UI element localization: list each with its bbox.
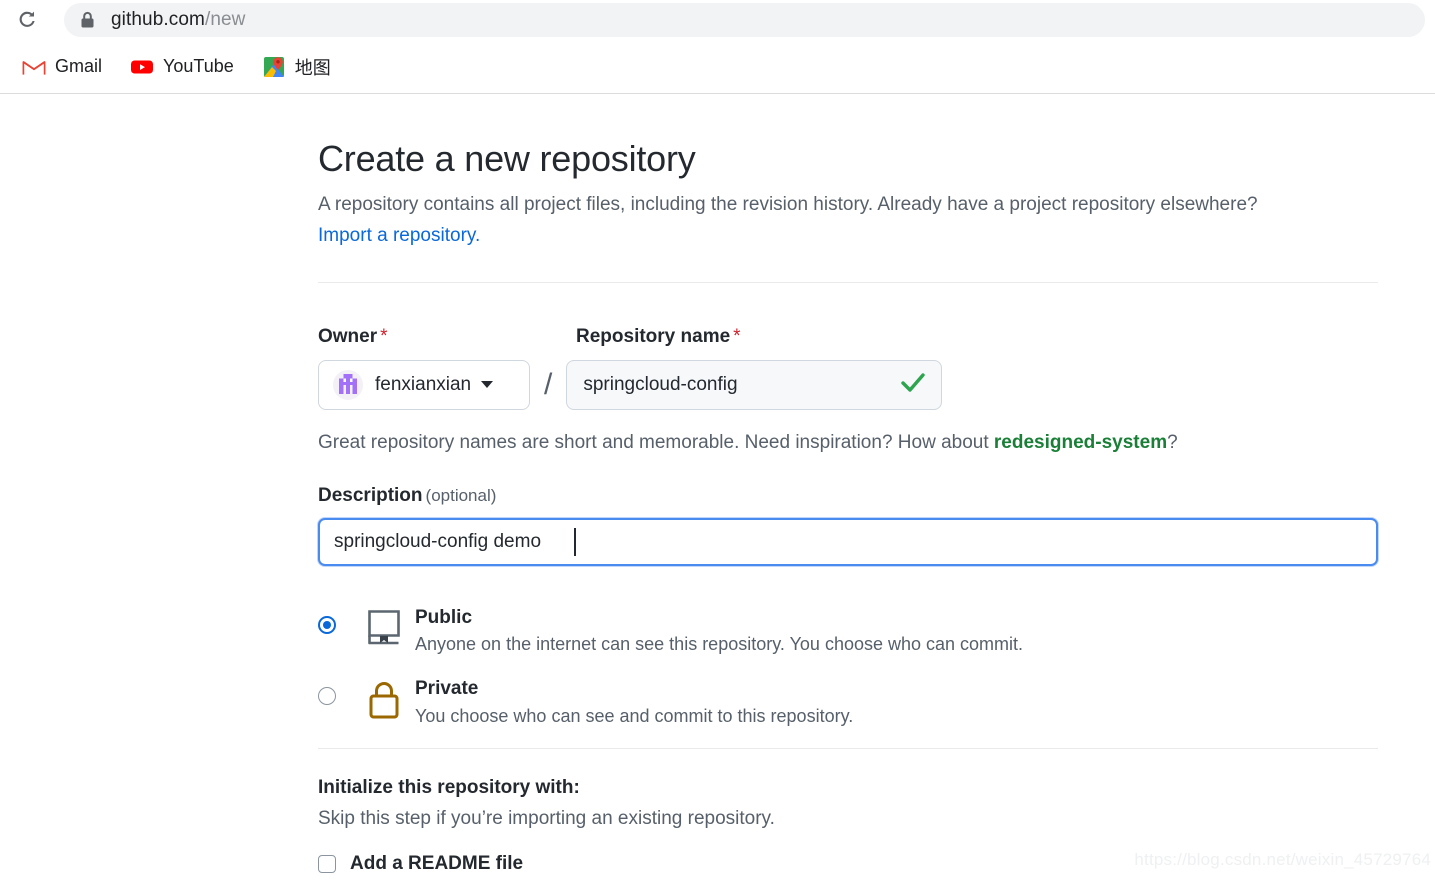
form-container: Create a new repository A repository con… <box>318 138 1378 875</box>
browser-chrome: github.com/new Gmail YouTube 地图 <box>0 0 1435 94</box>
owner-repo-row: fenxianxian / <box>318 359 1378 410</box>
bookmark-youtube[interactable]: YouTube <box>120 51 244 83</box>
visibility-public-title: Public <box>415 606 473 628</box>
initialize-title: Initialize this repository with: <box>318 776 580 798</box>
page-lede-text: A repository contains all project files,… <box>318 194 1258 215</box>
visibility-private-text: Private You choose who can see and commi… <box>407 676 853 727</box>
readme-checkbox-row[interactable]: Add a README file <box>318 853 1378 875</box>
visibility-option-private[interactable]: Private You choose who can see and commi… <box>318 676 1378 727</box>
initialize-block: Initialize this repository with: Skip th… <box>318 777 1378 875</box>
initialize-subtitle: Skip this step if you’re importing an ex… <box>318 807 775 829</box>
description-label-text: Description <box>318 484 423 506</box>
google-maps-icon <box>262 55 286 79</box>
description-optional-text: (optional) <box>425 485 497 505</box>
repo-name-required-mark: * <box>733 325 741 347</box>
text-cursor <box>574 527 576 556</box>
gmail-icon <box>22 55 46 79</box>
description-block: Description (optional) <box>318 485 1378 566</box>
description-input[interactable] <box>318 517 1378 566</box>
repo-name-field-wrap <box>566 359 943 410</box>
divider-top <box>318 281 1378 283</box>
repo-name-input[interactable] <box>566 359 943 410</box>
url-path: /new <box>204 9 246 30</box>
repo-name-hint-prefix: Great repository names are short and mem… <box>318 431 994 453</box>
bookmark-maps[interactable]: 地图 <box>252 50 341 84</box>
repo-book-icon <box>361 609 407 647</box>
bookmark-gmail-label: Gmail <box>55 56 103 76</box>
repo-name-label-text: Repository name <box>576 325 731 347</box>
divider-bottom <box>318 747 1378 749</box>
repo-name-hint-suffix: ? <box>1167 431 1178 453</box>
description-label: Description (optional) <box>318 485 1378 507</box>
identicon-avatar <box>333 369 363 400</box>
owner-dropdown[interactable]: fenxianxian <box>318 359 530 410</box>
import-repository-link[interactable]: Import a repository. <box>318 225 480 246</box>
owner-label: Owner * <box>318 326 576 348</box>
bookmark-youtube-label: YouTube <box>163 56 234 76</box>
visibility-private-description: You choose who can see and commit to thi… <box>415 705 854 726</box>
reload-button[interactable] <box>10 3 44 37</box>
readme-checkbox[interactable] <box>318 854 336 873</box>
readme-checkbox-label: Add a README file <box>350 852 524 874</box>
visibility-option-public[interactable]: Public Anyone on the internet can see th… <box>318 605 1378 656</box>
radio-public[interactable] <box>318 615 336 634</box>
description-input-wrap <box>318 517 1378 566</box>
page-content: Create a new repository A repository con… <box>0 94 1435 890</box>
owner-required-mark: * <box>380 325 388 347</box>
page-lede: A repository contains all project files,… <box>318 190 1378 252</box>
repo-name-suggestion[interactable]: redesigned-system <box>994 432 1167 453</box>
url-domain: github.com <box>111 9 205 30</box>
youtube-icon <box>130 55 154 79</box>
lock-icon <box>361 680 407 720</box>
repo-name-label: Repository name * <box>576 326 741 348</box>
visibility-private-title: Private <box>415 678 479 700</box>
bookmark-maps-label: 地图 <box>294 57 331 78</box>
bookmark-gmail[interactable]: Gmail <box>12 51 112 83</box>
visibility-public-text: Public Anyone on the internet can see th… <box>407 605 1023 656</box>
repo-name-hint: Great repository names are short and mem… <box>318 432 1378 454</box>
owner-label-text: Owner <box>318 325 378 347</box>
address-bar[interactable]: github.com/new <box>64 3 1425 37</box>
page-title: Create a new repository <box>318 138 696 179</box>
repository-name-block: Owner * Repository name * fenxianxian / … <box>318 326 1378 454</box>
visibility-public-description: Anyone on the internet can see this repo… <box>415 634 1024 655</box>
reload-icon <box>19 11 35 27</box>
field-label-row: Owner * Repository name * <box>318 326 1378 348</box>
owner-name: fenxianxian <box>375 373 472 395</box>
owner-repo-separator: / <box>544 367 553 401</box>
visibility-block: Public Anyone on the internet can see th… <box>318 605 1378 727</box>
lock-icon <box>80 11 95 29</box>
chevron-down-icon <box>481 381 494 389</box>
bookmarks-bar: Gmail YouTube 地图 <box>0 40 1435 94</box>
radio-private[interactable] <box>318 687 336 706</box>
url-text: github.com/new <box>111 9 246 31</box>
omnibar-row: github.com/new <box>0 0 1435 40</box>
